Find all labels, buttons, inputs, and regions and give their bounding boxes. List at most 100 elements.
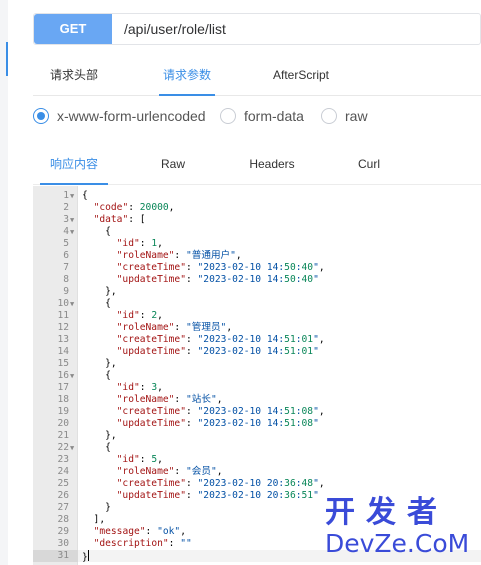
code-text: "roleName": "管理员",	[116, 322, 233, 333]
line-number: 1	[63, 190, 69, 201]
code-text: "roleName": "普通用户",	[116, 250, 242, 261]
radio-label: raw	[345, 108, 368, 124]
line-number-cell: 31	[33, 550, 78, 562]
code-line: 7 "createTime": "2023-02-10 14:50:40",	[33, 262, 481, 274]
radio-form-data[interactable]: form-data	[220, 106, 304, 126]
tab-request-params[interactable]: 请求参数	[159, 60, 215, 96]
line-number: 4	[63, 226, 69, 237]
line-number-cell: 13	[33, 334, 78, 346]
fold-toggle-icon[interactable]: ▼	[70, 298, 74, 310]
line-number-cell: 26	[33, 490, 78, 502]
code-line: 1 ▼ {	[33, 190, 481, 202]
tab-request-headers[interactable]: 请求头部	[50, 60, 98, 96]
fold-toggle-icon[interactable]: ▼	[70, 190, 74, 202]
code-text: {	[82, 298, 111, 309]
code-text: "updateTime": "2023-02-10 20:36:51"	[116, 490, 319, 501]
body-type-radio-group: x-www-form-urlencoded form-data raw	[33, 106, 481, 126]
line-number-cell: 24	[33, 466, 78, 478]
http-method-button[interactable]: GET	[34, 14, 112, 44]
code-text: "createTime": "2023-02-10 14:50:40",	[116, 262, 325, 273]
code-line: 8 "updateTime": "2023-02-10 14:50:40"	[33, 274, 481, 286]
tab-response-raw[interactable]: Raw	[148, 146, 198, 185]
fold-toggle-icon[interactable]: ▼	[70, 226, 74, 238]
line-number-cell: 8	[33, 274, 78, 286]
tab-response-headers[interactable]: Headers	[240, 146, 304, 185]
code-text: "createTime": "2023-02-10 14:51:08",	[116, 406, 325, 417]
line-number-cell: 9	[33, 286, 78, 298]
line-number-cell: 28	[33, 514, 78, 526]
code-line: 5 "id": 1,	[33, 238, 481, 250]
line-number: 18	[57, 394, 69, 405]
line-number: 7	[63, 262, 69, 273]
line-number: 19	[57, 406, 69, 417]
code-text: "createTime": "2023-02-10 14:51:01",	[116, 334, 325, 345]
line-number-cell: 1 ▼	[33, 190, 78, 202]
line-number: 3	[63, 214, 69, 225]
fold-toggle-icon[interactable]: ▼	[70, 370, 74, 382]
line-number-cell: 18	[33, 394, 78, 406]
code-line: 2 "code": 20000,	[33, 202, 481, 214]
line-number: 24	[57, 466, 69, 477]
left-active-indicator	[6, 42, 8, 76]
line-number-cell: 19	[33, 406, 78, 418]
code-line: 23 "id": 5,	[33, 454, 481, 466]
line-number: 31	[57, 550, 69, 561]
line-number: 15	[57, 358, 69, 369]
line-number-cell: 14	[33, 346, 78, 358]
line-number: 20	[57, 418, 69, 429]
tab-response-curl[interactable]: Curl	[351, 146, 387, 185]
line-number-cell: 22 ▼	[33, 442, 78, 454]
code-text: },	[82, 358, 117, 369]
line-number-cell: 23	[33, 454, 78, 466]
request-url-input[interactable]: /api/user/role/list	[124, 14, 226, 44]
code-line: 4 ▼ {	[33, 226, 481, 238]
tab-response-content[interactable]: 响应内容	[40, 146, 108, 185]
code-text: {	[82, 226, 111, 237]
radio-raw[interactable]: raw	[321, 106, 368, 126]
line-number: 14	[57, 346, 69, 357]
code-text: }	[82, 550, 89, 563]
radio-checked-icon	[33, 108, 49, 124]
code-text: "id": 2,	[116, 310, 163, 321]
code-line: 12 "roleName": "管理员",	[33, 322, 481, 334]
code-text: {	[82, 190, 88, 201]
tab-afterscript[interactable]: AfterScript	[273, 60, 329, 96]
request-bar: GET /api/user/role/list	[33, 13, 481, 45]
radio-label: form-data	[244, 108, 304, 124]
code-line: 17 "id": 3,	[33, 382, 481, 394]
line-number: 28	[57, 514, 69, 525]
radio-x-www-form-urlencoded[interactable]: x-www-form-urlencoded	[33, 106, 206, 126]
code-text: "code": 20000,	[93, 202, 175, 213]
line-number: 26	[57, 490, 69, 501]
code-line: 13 "createTime": "2023-02-10 14:51:01",	[33, 334, 481, 346]
code-line: 9 },	[33, 286, 481, 298]
code-text: "id": 3,	[116, 382, 163, 393]
watermark-line2: DevZe.CoM	[325, 529, 470, 558]
code-text: "id": 5,	[116, 454, 163, 465]
fold-toggle-icon[interactable]: ▼	[70, 442, 74, 454]
line-number: 16	[57, 370, 69, 381]
code-line: 15 },	[33, 358, 481, 370]
line-number: 30	[57, 538, 69, 549]
line-number: 27	[57, 502, 69, 513]
code-line: 25 "createTime": "2023-02-10 20:36:48",	[33, 478, 481, 490]
watermark-logo: 开发者 DevZe.CoM	[325, 497, 475, 561]
line-number-cell: 7	[33, 262, 78, 274]
line-number: 29	[57, 526, 69, 537]
line-number: 13	[57, 334, 69, 345]
code-line: 11 "id": 2,	[33, 310, 481, 322]
line-number-cell: 15	[33, 358, 78, 370]
fold-toggle-icon[interactable]: ▼	[70, 214, 74, 226]
code-text: },	[82, 286, 117, 297]
code-text: "updateTime": "2023-02-10 14:50:40"	[116, 274, 319, 285]
line-number: 10	[57, 298, 69, 309]
line-number-cell: 16 ▼	[33, 370, 78, 382]
line-number-cell: 27	[33, 502, 78, 514]
line-number: 9	[63, 286, 69, 297]
line-number: 11	[57, 310, 69, 321]
watermark-line1: 开发者	[325, 495, 448, 530]
code-line: 19 "createTime": "2023-02-10 14:51:08",	[33, 406, 481, 418]
code-text: }	[82, 502, 111, 513]
line-number-cell: 11	[33, 310, 78, 322]
code-line: 20 "updateTime": "2023-02-10 14:51:08"	[33, 418, 481, 430]
